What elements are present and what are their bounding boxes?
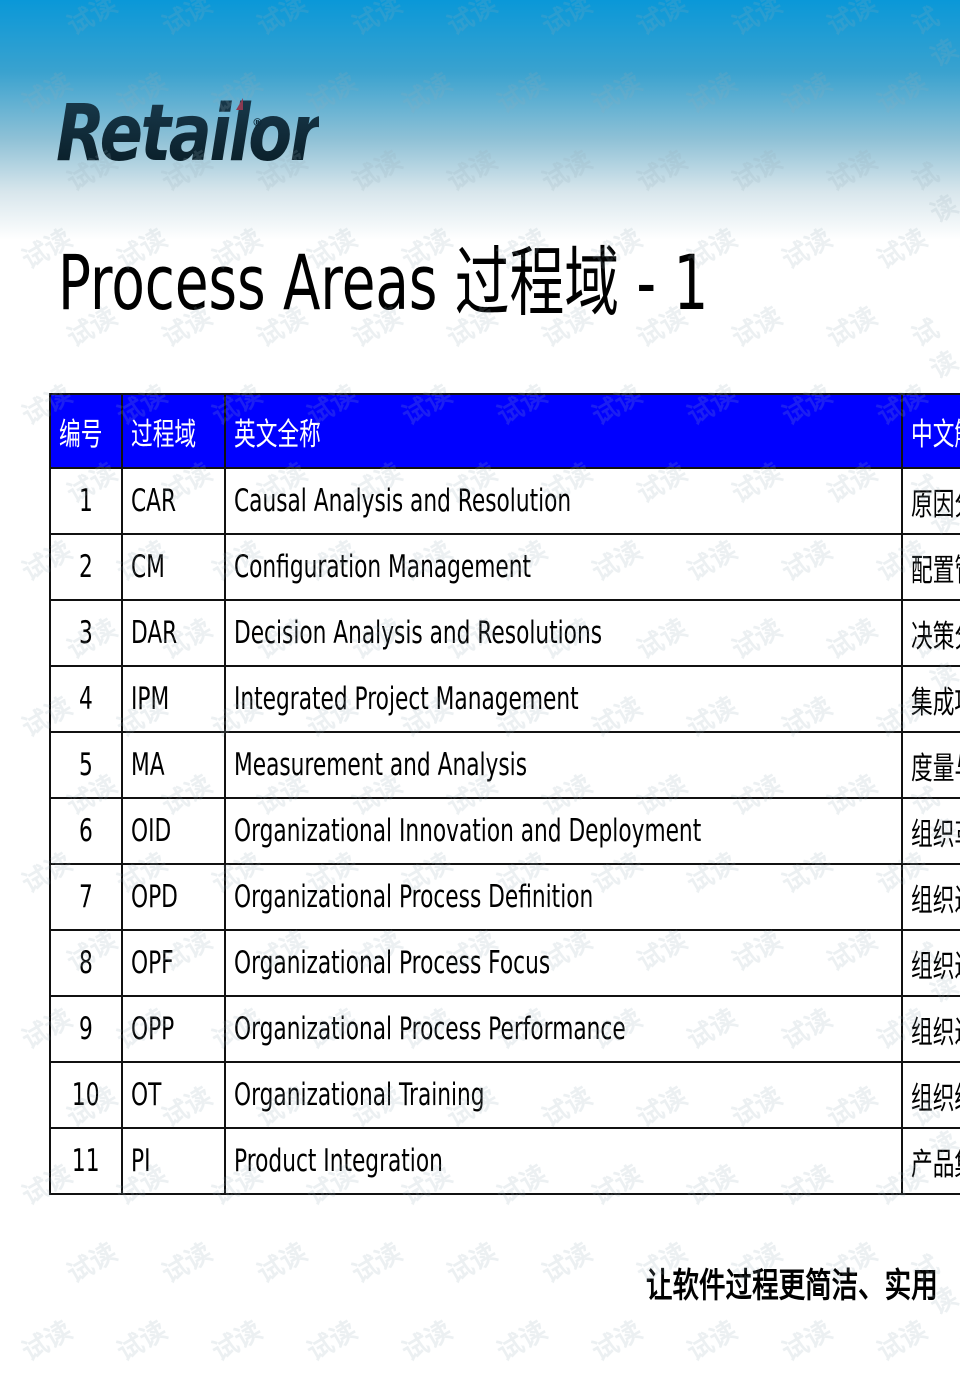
cell-english-name: Organizational Process Definition bbox=[223, 863, 904, 931]
table-row: 5MAMeasurement and Analysis度量与分析 bbox=[49, 731, 960, 799]
table-row: 1CARCausal Analysis and Resolution原因分析与解… bbox=[49, 467, 960, 535]
cell-number: 4 bbox=[49, 665, 123, 733]
retailor-logo: Retailor ® bbox=[56, 84, 377, 184]
cell-chinese-name: 组织过程关注 bbox=[901, 929, 960, 997]
watermark-text: 试读 bbox=[62, 1237, 123, 1290]
cell-abbreviation: OPP bbox=[121, 995, 226, 1063]
cell-chinese-name: 原因分析与解决方案 bbox=[901, 467, 960, 535]
slide-title: Process Areas 过程域 - 1 bbox=[58, 238, 709, 327]
cell-abbreviation: OT bbox=[121, 1061, 226, 1129]
cell-chinese-name: 组织过程性能 bbox=[901, 995, 960, 1063]
table-header-row: 编号 过程域 英文全称 中文解释 bbox=[49, 393, 960, 469]
watermark-text: 试读 bbox=[587, 1315, 648, 1368]
cell-chinese-name: 度量与分析 bbox=[901, 731, 960, 799]
cell-chinese-name: 产品集成 bbox=[901, 1127, 960, 1195]
footer-slogan: 让软件过程更简洁、实用 bbox=[646, 1266, 938, 1306]
table-row: 3DARDecision Analysis and Resolutions决策分… bbox=[49, 599, 960, 667]
cell-number: 5 bbox=[49, 731, 123, 799]
watermark-text: 试读 bbox=[302, 1315, 363, 1368]
watermark-text: 试读 bbox=[727, 301, 788, 354]
cell-abbreviation: MA bbox=[121, 731, 226, 799]
cell-abbreviation: OID bbox=[121, 797, 226, 865]
watermark-text: 试读 bbox=[682, 1315, 743, 1368]
logo-text: Retailor bbox=[56, 84, 321, 184]
cell-abbreviation: CM bbox=[121, 533, 226, 601]
header-process-area: 过程域 bbox=[121, 393, 226, 469]
watermark-text: 试读 bbox=[397, 1315, 458, 1368]
cell-chinese-name: 集成项目管理 bbox=[901, 665, 960, 733]
cell-english-name: Organizational Innovation and Deployment bbox=[223, 797, 904, 865]
table-row: 9 OPP Organizational Process Performance 组织… bbox=[49, 995, 960, 1063]
cell-english-name: Organizational Process Focus bbox=[223, 929, 904, 997]
cell-number: 2 bbox=[49, 533, 123, 601]
watermark-text: 试读 bbox=[537, 1237, 598, 1290]
cell-number: 11 bbox=[49, 1127, 123, 1195]
cell-number: 7 bbox=[49, 863, 123, 931]
table-row: 6 OID Organizational Innovation and Deploy… bbox=[49, 797, 960, 865]
cell-english-name: Integrated Project Management bbox=[223, 665, 904, 733]
cell-number: 6 bbox=[49, 797, 123, 865]
cell-number: 1 bbox=[49, 467, 123, 535]
watermark-text: 试读 bbox=[157, 1237, 218, 1290]
cell-chinese-name: 组织革新与部署 bbox=[901, 797, 960, 865]
watermark-text: 试读 bbox=[442, 1237, 503, 1290]
cell-chinese-name: 决策分析 bbox=[901, 599, 960, 667]
cell-abbreviation: IPM bbox=[121, 665, 226, 733]
cell-abbreviation: OPF bbox=[121, 929, 226, 997]
cell-chinese-name: 配置管理 bbox=[901, 533, 960, 601]
watermark-text: 试读 bbox=[822, 301, 883, 354]
watermark-text: 试读 bbox=[872, 1315, 933, 1368]
cell-number: 3 bbox=[49, 599, 123, 667]
table-row: 8OPFOrganizational Process Focus组织过程关注 bbox=[49, 929, 960, 997]
cell-english-name: Decision Analysis and Resolutions bbox=[223, 599, 904, 667]
logo-accent-icon bbox=[236, 98, 243, 110]
watermark-text: 试读 bbox=[956, 1324, 960, 1364]
watermark-text: 试读 bbox=[907, 314, 960, 386]
cell-abbreviation: OPD bbox=[121, 863, 226, 931]
cell-english-name: Configuration Management bbox=[223, 533, 904, 601]
cell-number: 10 bbox=[49, 1061, 123, 1129]
cell-abbreviation: PI bbox=[121, 1127, 226, 1195]
header-english-name: 英文全称 bbox=[223, 393, 904, 469]
cell-abbreviation: CAR bbox=[121, 467, 226, 535]
watermark-text: 试读 bbox=[17, 1315, 78, 1368]
table-row: 11PIProduct Integration产品集成 bbox=[49, 1127, 960, 1195]
registered-mark: ® bbox=[252, 116, 263, 129]
cell-english-name: Measurement and Analysis bbox=[223, 731, 904, 799]
header-chinese-name: 中文解释 bbox=[901, 393, 960, 469]
watermark-text: 试读 bbox=[252, 1237, 313, 1290]
cell-chinese-name: 组织级培训 bbox=[901, 1061, 960, 1129]
cell-chinese-name: 组织过程定义 bbox=[901, 863, 960, 931]
table-row: 2CMConfiguration Management配置管理 bbox=[49, 533, 960, 601]
cell-english-name: Causal Analysis and Resolution bbox=[223, 467, 904, 535]
watermark-text: 试读 bbox=[347, 1237, 408, 1290]
process-areas-table: 编号 过程域 英文全称 中文解释 1CARCausal Analysis and… bbox=[49, 393, 960, 1195]
cell-english-name: Organizational Training bbox=[223, 1061, 904, 1129]
table-row: 4IPMIntegrated Project Management集成项目管理 bbox=[49, 665, 960, 733]
watermark-text: 试读 bbox=[207, 1315, 268, 1368]
cell-number: 8 bbox=[49, 929, 123, 997]
cell-english-name: Organizational Process Performance bbox=[223, 995, 904, 1063]
header-number: 编号 bbox=[49, 393, 123, 469]
cell-english-name: Product Integration bbox=[223, 1127, 904, 1195]
cell-abbreviation: DAR bbox=[121, 599, 226, 667]
watermark-text: 试读 bbox=[112, 1315, 173, 1368]
watermark-text: 试读 bbox=[492, 1315, 553, 1368]
table-row: 7OPDOrganizational Process Definition组织过… bbox=[49, 863, 960, 931]
cell-number: 9 bbox=[49, 995, 123, 1063]
watermark-text: 试读 bbox=[777, 1315, 838, 1368]
table-row: 10OTOrganizational Training组织级培训 bbox=[49, 1061, 960, 1129]
